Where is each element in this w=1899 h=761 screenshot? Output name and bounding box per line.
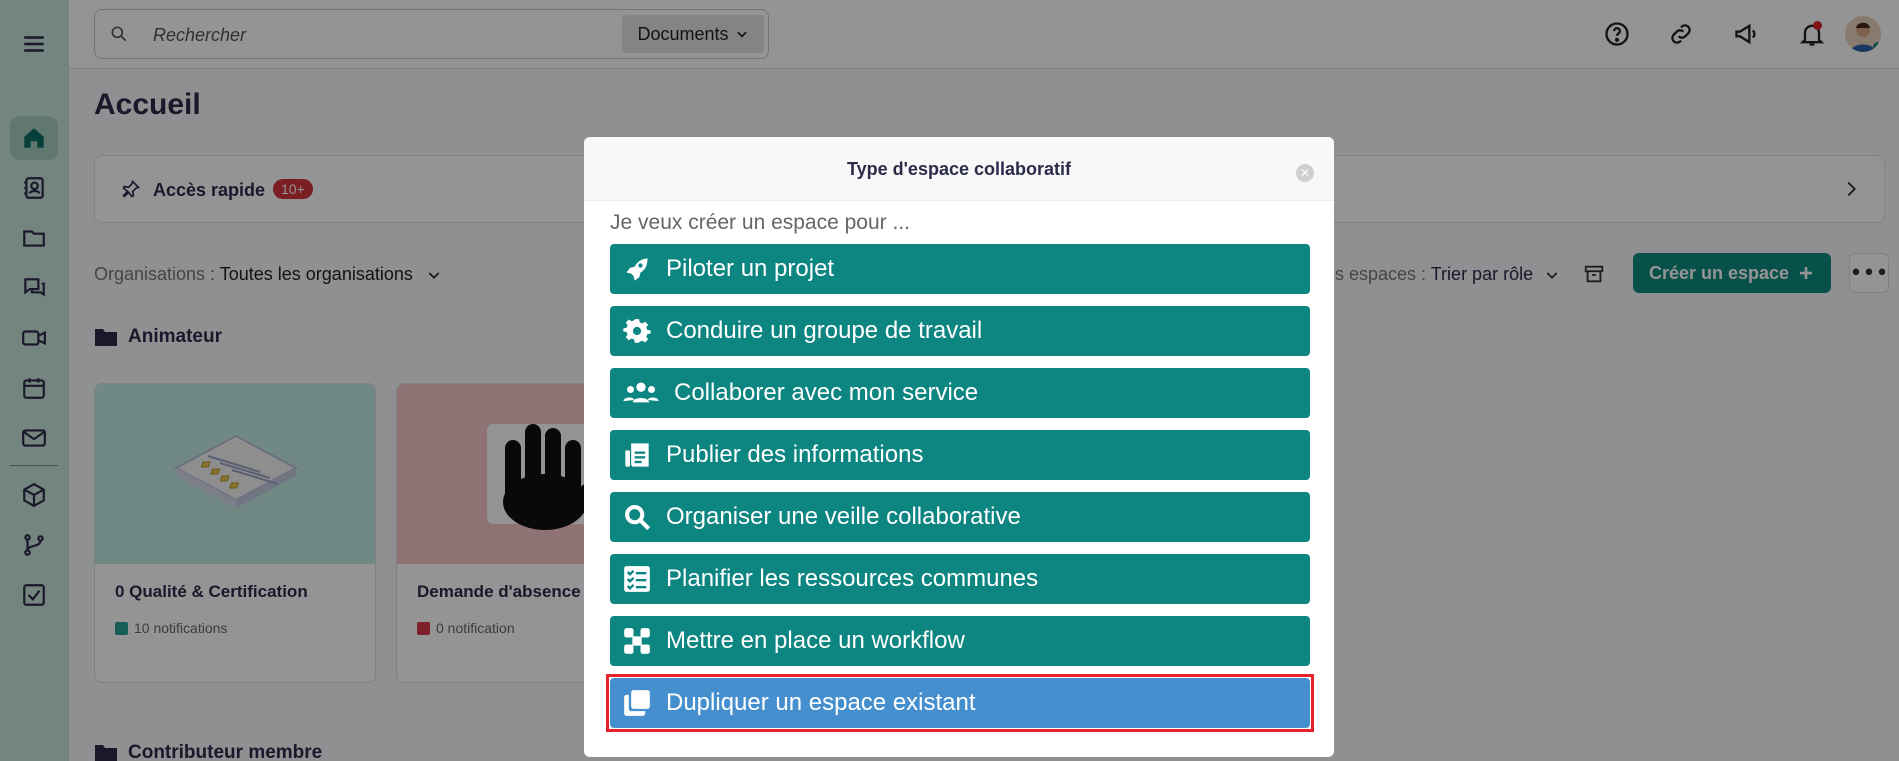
option-label: Publier des informations <box>666 441 924 468</box>
option-label: Planifier les ressources communes <box>666 565 1039 592</box>
option-label: Dupliquer un espace existant <box>666 689 976 716</box>
gear-icon <box>623 319 651 343</box>
newspaper-icon <box>625 443 649 467</box>
rocket-icon <box>626 258 648 281</box>
copy-icon <box>624 690 650 716</box>
option-label: Collaborer avec mon service <box>674 379 979 406</box>
modal-title: Type d'espace collaboratif <box>846 159 1071 179</box>
option-label: Organiser une veille collaborative <box>666 503 1021 530</box>
option-collaborer-service[interactable]: Collaborer avec mon service <box>610 368 1310 418</box>
option-publier-informations[interactable]: Publier des informations <box>610 430 1310 480</box>
option-workflow[interactable]: Mettre en place un workflow <box>610 616 1310 666</box>
close-icon: ✕ <box>1299 166 1311 180</box>
option-organiser-veille[interactable]: Organiser une veille collaborative <box>610 492 1310 542</box>
modal-header: Type d'espace collaboratif ✕ <box>584 137 1334 201</box>
close-button[interactable]: ✕ <box>1296 164 1314 182</box>
space-type-modal: Type d'espace collaboratif ✕ Je veux cré… <box>584 137 1334 757</box>
checklist-icon <box>624 566 650 592</box>
option-label: Conduire un groupe de travail <box>666 317 983 344</box>
workflow-icon <box>624 628 650 654</box>
option-label: Mettre en place un workflow <box>666 627 965 654</box>
option-groupe-travail[interactable]: Conduire un groupe de travail <box>610 306 1310 356</box>
option-label: Piloter un projet <box>666 255 835 282</box>
option-dupliquer-espace[interactable]: Dupliquer un espace existant <box>610 678 1310 728</box>
option-piloter-projet[interactable]: Piloter un projet <box>610 244 1310 294</box>
option-planifier-ressources[interactable]: Planifier les ressources communes <box>610 554 1310 604</box>
users-icon <box>623 382 659 403</box>
modal-prompt: Je veux créer un espace pour ... <box>610 211 910 234</box>
search-icon <box>625 505 651 531</box>
